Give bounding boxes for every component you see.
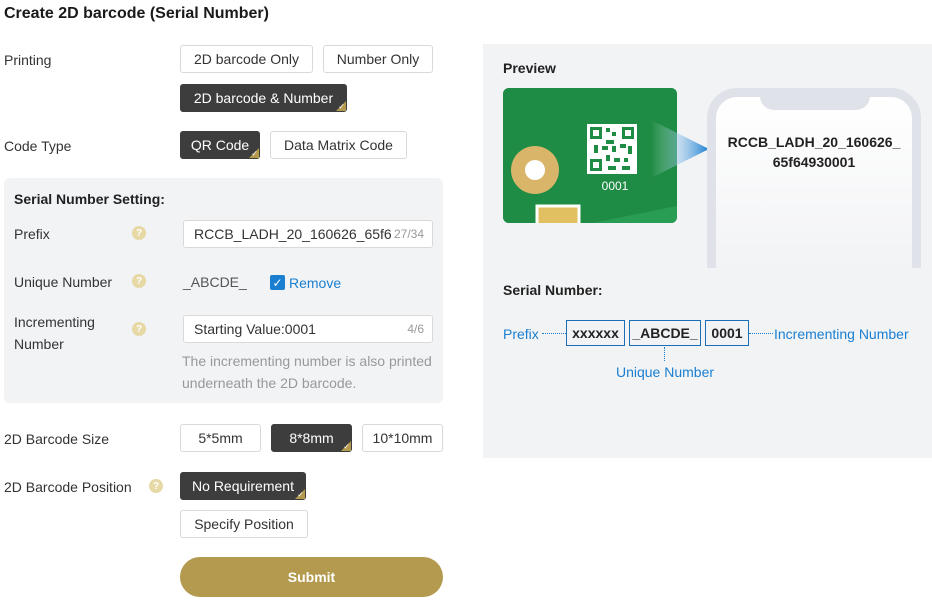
position-option-specify[interactable]: Specify Position: [180, 510, 308, 538]
incrementing-connector: [749, 333, 773, 334]
page-title: Create 2D barcode (Serial Number): [4, 5, 269, 22]
serial-box-incrementing: 0001: [705, 320, 749, 346]
size-option-8x8[interactable]: 8*8mm ✓: [271, 424, 352, 452]
board-serial-number: 0001: [601, 179, 629, 193]
size-option-label: 10*10mm: [372, 430, 433, 446]
prefix-char-count: 27/34: [390, 227, 424, 241]
check-icon: ✓: [343, 442, 350, 451]
incrementing-legend: Incrementing Number: [774, 326, 909, 342]
printing-option-label: 2D barcode & Number: [193, 90, 334, 106]
help-icon[interactable]: ?: [132, 226, 146, 240]
arrow-right-icon: [651, 120, 709, 178]
serial-setting-heading: Serial Number Setting:: [14, 191, 165, 207]
size-option-5x5[interactable]: 5*5mm: [180, 424, 261, 452]
help-icon[interactable]: ?: [132, 322, 146, 336]
remove-checkbox[interactable]: ✓: [270, 275, 285, 290]
printing-option-number-only[interactable]: Number Only: [323, 45, 433, 73]
position-option-label: Specify Position: [194, 516, 294, 532]
remove-label[interactable]: Remove: [289, 275, 341, 291]
help-icon[interactable]: ?: [132, 274, 146, 288]
starting-value-char-count: 4/6: [404, 322, 424, 336]
printing-label: Printing: [4, 52, 52, 68]
serial-number-heading: Serial Number:: [503, 282, 603, 298]
prefix-input[interactable]: RCCB_LADH_20_160626_65f64 27/34: [183, 220, 433, 248]
code-type-option-qr[interactable]: QR Code ✓: [180, 131, 260, 159]
incrementing-hint: The incrementing number is also printed …: [182, 353, 432, 391]
position-label: 2D Barcode Position: [4, 479, 132, 495]
starting-value-input[interactable]: Starting Value: 0001 4/6: [183, 315, 433, 343]
serial-box-prefix: xxxxxx: [566, 320, 625, 346]
size-option-label: 5*5mm: [198, 430, 243, 446]
unique-connector: [664, 347, 665, 361]
printing-option-label: Number Only: [336, 51, 420, 67]
position-option-no-requirement[interactable]: No Requirement ✓: [180, 472, 306, 500]
phone-mockup: [707, 88, 921, 268]
preview-heading: Preview: [503, 60, 556, 76]
incrementing-number-label: Incrementing Number: [14, 314, 95, 352]
printing-option-label: 2D barcode Only: [193, 51, 300, 67]
phone-notch: [760, 88, 870, 110]
code-type-option-data-matrix[interactable]: Data Matrix Code: [270, 131, 407, 159]
checkmark-icon: ✓: [272, 275, 283, 290]
size-label: 2D Barcode Size: [4, 431, 110, 447]
check-icon: ✓: [297, 490, 304, 499]
help-icon[interactable]: ?: [149, 479, 163, 493]
check-icon: ✓: [338, 102, 345, 111]
unique-number-label: Unique Number: [14, 274, 113, 290]
starting-value: 0001: [284, 321, 316, 337]
unique-number-value: _ABCDE_: [183, 274, 247, 290]
size-option-label: 8*8mm: [289, 430, 334, 446]
prefix-connector: [542, 333, 566, 334]
size-option-10x10[interactable]: 10*10mm: [362, 424, 443, 452]
prefix-label: Prefix: [14, 226, 50, 242]
code-type-option-label: Data Matrix Code: [284, 137, 393, 153]
printing-option-2d-and-number[interactable]: 2D barcode & Number ✓: [180, 84, 347, 112]
starting-value-label: Starting Value:: [194, 321, 285, 337]
prefix-input-value: RCCB_LADH_20_160626_65f64: [194, 226, 400, 242]
submit-button[interactable]: Submit: [180, 557, 443, 597]
position-option-label: No Requirement: [192, 478, 294, 494]
prefix-legend: Prefix: [503, 326, 539, 342]
code-type-label: Code Type: [4, 138, 72, 154]
unique-legend: Unique Number: [615, 364, 715, 380]
code-type-option-label: QR Code: [190, 137, 250, 153]
phone-scan-result: RCCB_LADH_20_160626_65f64930001: [727, 134, 901, 170]
check-icon: ✓: [251, 149, 258, 158]
printing-option-2d-only[interactable]: 2D barcode Only: [180, 45, 313, 73]
serial-box-unique: _ABCDE_: [629, 320, 701, 346]
